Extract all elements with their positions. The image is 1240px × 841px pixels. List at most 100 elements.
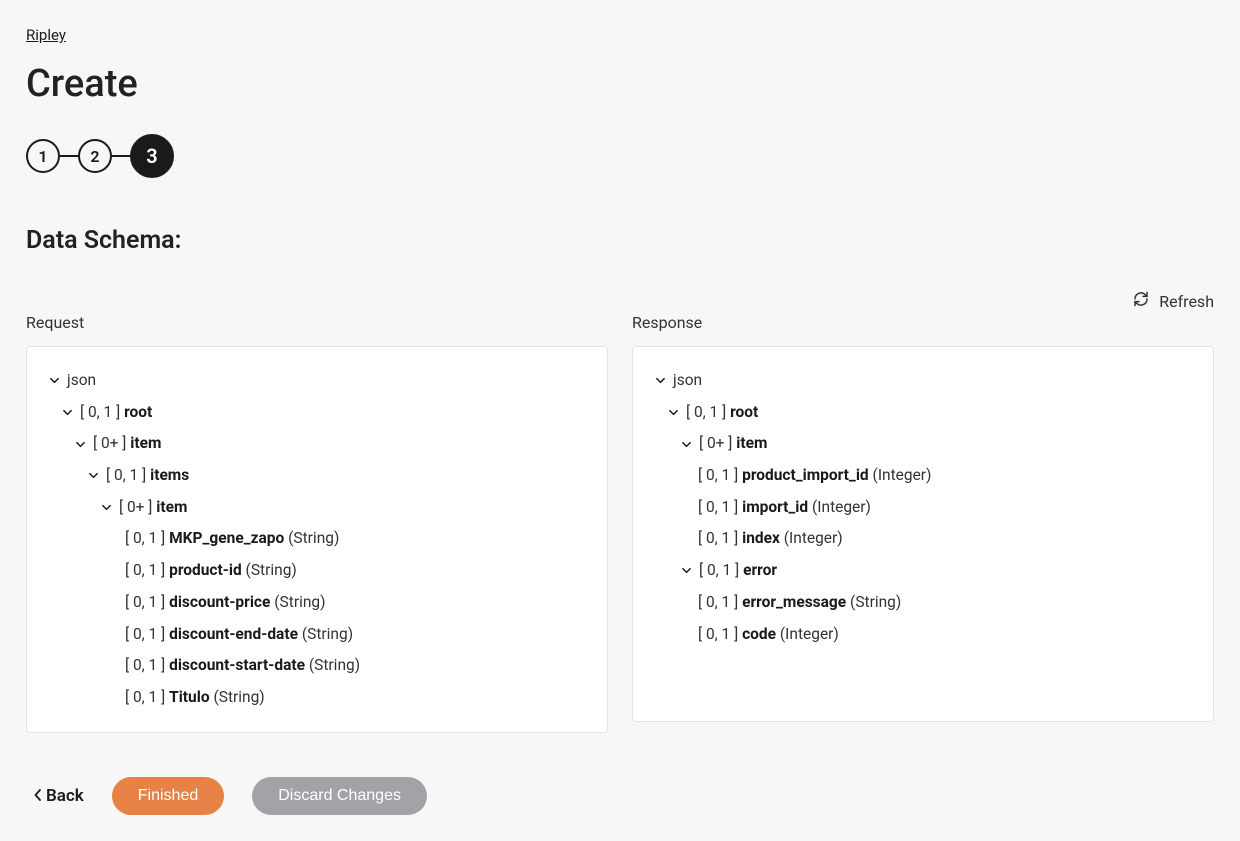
discard-button[interactable]: Discard Changes — [252, 777, 427, 815]
back-label: Back — [46, 786, 84, 806]
cardinality: [ 0, 1 ] — [698, 466, 738, 484]
field-type: (Integer) — [873, 466, 932, 484]
field-name: items — [150, 466, 189, 484]
response-tree-row: [ 0, 1 ] import_id (Integer) — [653, 492, 1193, 524]
field-type: (Integer) — [780, 625, 839, 643]
field-type: (Integer) — [784, 529, 843, 547]
tree-node-label: [ 0+ ] item — [699, 433, 767, 455]
field-name: json — [67, 371, 96, 389]
request-tree-row: [ 0, 1 ] root — [47, 397, 587, 429]
tree-node-label: [ 0, 1 ] error_message (String) — [698, 592, 901, 614]
field-type: (String) — [288, 529, 339, 547]
field-name: item — [130, 434, 161, 452]
step-3[interactable]: 3 — [130, 134, 174, 178]
chevron-down-icon[interactable] — [73, 439, 87, 450]
breadcrumb-link[interactable]: Ripley — [26, 26, 66, 44]
field-name: item — [736, 434, 767, 452]
cardinality: [ 0, 1 ] — [80, 403, 120, 421]
response-tree-row: [ 0, 1 ] index (Integer) — [653, 523, 1193, 555]
cardinality: [ 0, 1 ] — [106, 466, 146, 484]
field-name: MKP_gene_zapo — [169, 529, 284, 547]
page-title: Create — [26, 62, 1214, 106]
finished-button[interactable]: Finished — [112, 777, 224, 815]
response-tree-row: [ 0, 1 ] code (Integer) — [653, 619, 1193, 651]
field-name: root — [730, 403, 758, 421]
response-tree-row: [ 0, 1 ] error — [653, 555, 1193, 587]
field-type: (String) — [213, 688, 264, 706]
chevron-down-icon[interactable] — [679, 439, 693, 450]
back-button[interactable]: Back — [34, 786, 84, 806]
cardinality: [ 0, 1 ] — [125, 625, 165, 643]
tree-node-label: [ 0, 1 ] import_id (Integer) — [698, 497, 871, 519]
field-name: error — [743, 561, 777, 579]
tree-node-label: [ 0, 1 ] index (Integer) — [698, 528, 843, 550]
chevron-down-icon[interactable] — [666, 407, 680, 418]
step-2[interactable]: 2 — [78, 139, 112, 173]
cardinality: [ 0+ ] — [699, 434, 732, 452]
field-type: (String) — [274, 593, 325, 611]
response-tree-row: [ 0, 1 ] error_message (String) — [653, 587, 1193, 619]
request-tree-row: [ 0, 1 ] Titulo (String) — [47, 682, 587, 714]
cardinality: [ 0, 1 ] — [125, 561, 165, 579]
chevron-left-icon — [34, 786, 42, 806]
request-tree-row: [ 0+ ] item — [47, 492, 587, 524]
field-name: code — [742, 625, 776, 643]
field-type: (String) — [850, 593, 901, 611]
tree-node-label: json — [673, 370, 702, 392]
cardinality: [ 0, 1 ] — [125, 656, 165, 674]
stepper: 1 2 3 — [26, 134, 1214, 178]
cardinality: [ 0, 1 ] — [125, 688, 165, 706]
field-type: (String) — [309, 656, 360, 674]
cardinality: [ 0, 1 ] — [686, 403, 726, 421]
refresh-button[interactable]: Refresh — [26, 291, 1214, 311]
request-tree-row: [ 0, 1 ] discount-price (String) — [47, 587, 587, 619]
request-tree-row: [ 0, 1 ] discount-start-date (String) — [47, 650, 587, 682]
tree-node-label: [ 0, 1 ] product-id (String) — [125, 560, 297, 582]
response-tree-row: json — [653, 365, 1193, 397]
response-panel: json [ 0, 1 ] root [ 0+ ] item [ 0, 1 ] pro… — [632, 346, 1214, 722]
tree-node-label: [ 0, 1 ] root — [686, 402, 758, 424]
refresh-label: Refresh — [1159, 292, 1214, 311]
refresh-icon — [1133, 291, 1149, 311]
field-type: (String) — [246, 561, 297, 579]
chevron-down-icon[interactable] — [99, 502, 113, 513]
request-tree-row: [ 0+ ] item — [47, 428, 587, 460]
response-tree-row: [ 0, 1 ] product_import_id (Integer) — [653, 460, 1193, 492]
tree-node-label: [ 0, 1 ] MKP_gene_zapo (String) — [125, 528, 339, 550]
chevron-down-icon[interactable] — [47, 375, 61, 386]
field-name: index — [742, 529, 780, 547]
cardinality: [ 0+ ] — [93, 434, 126, 452]
tree-node-label: [ 0+ ] item — [93, 433, 161, 455]
step-1[interactable]: 1 — [26, 139, 60, 173]
field-name: discount-price — [169, 593, 270, 611]
tree-node-label: [ 0, 1 ] product_import_id (Integer) — [698, 465, 931, 487]
field-name: discount-start-date — [169, 656, 305, 674]
response-label: Response — [632, 313, 1214, 332]
request-tree-row: [ 0, 1 ] items — [47, 460, 587, 492]
chevron-down-icon[interactable] — [60, 407, 74, 418]
field-name: root — [124, 403, 152, 421]
tree-node-label: [ 0, 1 ] discount-price (String) — [125, 592, 326, 614]
field-name: product_import_id — [742, 466, 869, 484]
cardinality: [ 0, 1 ] — [698, 498, 738, 516]
request-tree-row: [ 0, 1 ] product-id (String) — [47, 555, 587, 587]
field-type: (String) — [302, 625, 353, 643]
cardinality: [ 0, 1 ] — [125, 529, 165, 547]
chevron-down-icon[interactable] — [86, 470, 100, 481]
field-name: error_message — [742, 593, 846, 611]
cardinality: [ 0, 1 ] — [699, 561, 739, 579]
chevron-down-icon[interactable] — [679, 565, 693, 576]
step-connector — [60, 155, 78, 157]
response-tree-row: [ 0, 1 ] root — [653, 397, 1193, 429]
chevron-down-icon[interactable] — [653, 375, 667, 386]
field-name: discount-end-date — [169, 625, 298, 643]
tree-node-label: [ 0, 1 ] Titulo (String) — [125, 687, 265, 709]
section-title: Data Schema: — [26, 226, 1214, 255]
tree-node-label: [ 0, 1 ] items — [106, 465, 189, 487]
field-type: (Integer) — [812, 498, 871, 516]
field-name: Titulo — [169, 688, 209, 706]
field-name: item — [156, 498, 187, 516]
response-tree-row: [ 0+ ] item — [653, 428, 1193, 460]
cardinality: [ 0, 1 ] — [125, 593, 165, 611]
request-tree-row: [ 0, 1 ] discount-end-date (String) — [47, 619, 587, 651]
